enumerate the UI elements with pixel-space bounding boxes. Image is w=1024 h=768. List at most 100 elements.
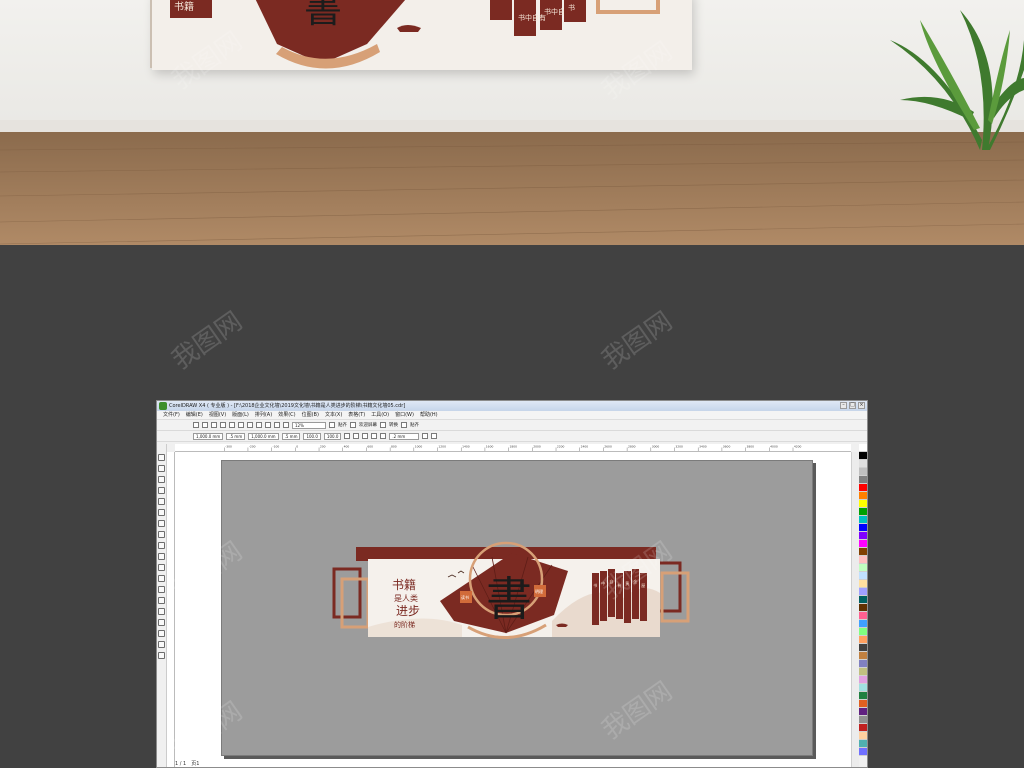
vertical-scrollbar[interactable] <box>851 452 859 767</box>
color-swatch[interactable] <box>859 500 867 508</box>
color-swatch[interactable] <box>859 644 867 652</box>
publish-icon[interactable] <box>401 422 407 428</box>
eyedropper-tool-icon[interactable] <box>158 619 165 626</box>
menu-edit[interactable]: 编辑(E) <box>186 411 203 419</box>
color-swatch[interactable] <box>859 700 867 708</box>
drawing-workspace[interactable]: 書 读书 明理 书籍 是人类 进步 的阶梯 书中自有黄金屋 <box>175 452 851 767</box>
smart-fill-icon[interactable] <box>158 509 165 516</box>
color-swatch[interactable] <box>859 692 867 700</box>
color-swatch[interactable] <box>859 684 867 692</box>
dimension-tool-icon[interactable] <box>158 586 165 593</box>
basic-shapes-icon[interactable] <box>158 553 165 560</box>
color-swatch[interactable] <box>859 676 867 684</box>
color-swatch[interactable] <box>859 564 867 572</box>
color-swatch[interactable] <box>859 708 867 716</box>
color-swatch[interactable] <box>859 740 867 748</box>
color-swatch[interactable] <box>859 532 867 540</box>
transform-icon[interactable] <box>380 422 386 428</box>
color-swatch[interactable] <box>859 476 867 484</box>
color-swatch[interactable] <box>859 716 867 724</box>
color-swatch[interactable] <box>859 468 867 476</box>
menu-file[interactable]: 文件(F) <box>163 411 180 419</box>
snap-label[interactable]: 贴齐 <box>338 422 347 428</box>
color-swatch[interactable] <box>859 588 867 596</box>
outline-icon[interactable] <box>380 433 387 439</box>
outline-width-select[interactable]: .2 mm <box>389 432 420 440</box>
color-swatch[interactable] <box>859 652 867 660</box>
welcome-screen-label[interactable]: 欢迎屏幕 <box>359 422 377 428</box>
scale-field[interactable]: 100.0 <box>303 432 321 440</box>
color-swatch[interactable] <box>859 628 867 636</box>
text-tool-icon[interactable] <box>158 564 165 571</box>
interactive-fill-icon[interactable] <box>158 652 165 659</box>
mirror-horizontal-icon[interactable] <box>362 433 369 439</box>
color-swatch[interactable] <box>859 636 867 644</box>
color-swatch[interactable] <box>859 460 867 468</box>
color-swatch[interactable] <box>859 732 867 740</box>
copy-icon[interactable] <box>238 422 244 428</box>
color-swatch[interactable] <box>859 748 867 756</box>
zoom-level-select[interactable]: 12% <box>292 421 326 429</box>
cut-icon[interactable] <box>229 422 235 428</box>
object-width-field[interactable]: 1,000.0 mm <box>193 432 224 440</box>
paste-icon[interactable] <box>247 422 253 428</box>
import-icon[interactable] <box>274 422 280 428</box>
transform-label[interactable]: 转换 <box>389 422 398 428</box>
outline-tool-icon[interactable] <box>158 630 165 637</box>
new-document-icon[interactable] <box>193 422 199 428</box>
undo-icon[interactable] <box>256 422 262 428</box>
blend-tool-icon[interactable] <box>158 608 165 615</box>
drawing-page[interactable]: 書 读书 明理 书籍 是人类 进步 的阶梯 书中自有黄金屋 <box>221 460 813 756</box>
publish-label[interactable]: 贴齐 <box>410 422 419 428</box>
color-swatch[interactable] <box>859 556 867 564</box>
menu-table[interactable]: 表格(T) <box>348 411 365 419</box>
color-swatch[interactable] <box>859 548 867 556</box>
to-back-icon[interactable] <box>431 433 438 439</box>
fill-tool-icon[interactable] <box>158 641 165 648</box>
mirror-vertical-icon[interactable] <box>371 433 378 439</box>
menu-help[interactable]: 帮助(H) <box>420 411 438 419</box>
page-tab[interactable]: 页1 <box>191 759 199 767</box>
object-small-h-field[interactable]: .5 mm <box>281 432 301 440</box>
menu-arrange[interactable]: 排列(A) <box>255 411 272 419</box>
color-swatch[interactable] <box>859 444 867 452</box>
object-height-field[interactable]: 1,000.0 mm <box>248 432 279 440</box>
snap-icon[interactable] <box>329 422 335 428</box>
color-swatch[interactable] <box>859 620 867 628</box>
ellipse-tool-icon[interactable] <box>158 531 165 538</box>
color-swatch[interactable] <box>859 724 867 732</box>
pick-tool-icon[interactable] <box>158 454 165 461</box>
scale-field-2[interactable]: 100.0 <box>323 432 342 440</box>
rectangle-tool-icon[interactable] <box>158 520 165 527</box>
close-button[interactable]: × <box>858 402 865 409</box>
color-swatch[interactable] <box>859 516 867 524</box>
menu-tools[interactable]: 工具(O) <box>371 411 389 419</box>
color-swatch[interactable] <box>859 452 867 460</box>
export-icon[interactable] <box>283 422 289 428</box>
to-front-icon[interactable] <box>422 433 429 439</box>
shape-tool-icon[interactable] <box>158 465 165 472</box>
color-swatch[interactable] <box>859 604 867 612</box>
print-icon[interactable] <box>220 422 226 428</box>
lock-ratio-icon[interactable] <box>344 433 351 439</box>
redo-icon[interactable] <box>265 422 271 428</box>
color-swatch[interactable] <box>859 524 867 532</box>
color-swatch[interactable] <box>859 540 867 548</box>
color-swatch[interactable] <box>859 612 867 620</box>
color-swatch[interactable] <box>859 596 867 604</box>
polygon-tool-icon[interactable] <box>158 542 165 549</box>
color-swatch[interactable] <box>859 660 867 668</box>
menu-view[interactable]: 视图(V) <box>209 411 226 419</box>
menu-layout[interactable]: 版面(L) <box>232 411 249 419</box>
color-swatch[interactable] <box>859 572 867 580</box>
color-swatch[interactable] <box>859 580 867 588</box>
color-swatch[interactable] <box>859 492 867 500</box>
table-tool-icon[interactable] <box>158 575 165 582</box>
minimize-button[interactable]: – <box>840 402 847 409</box>
freehand-tool-icon[interactable] <box>158 498 165 505</box>
maximize-button[interactable]: □ <box>849 402 856 409</box>
color-swatch[interactable] <box>859 508 867 516</box>
artwork-design[interactable]: 書 读书 明理 书籍 是人类 进步 的阶梯 书中自有黄金屋 <box>222 461 814 757</box>
rotate-icon[interactable] <box>353 433 360 439</box>
color-palette[interactable] <box>859 444 867 767</box>
